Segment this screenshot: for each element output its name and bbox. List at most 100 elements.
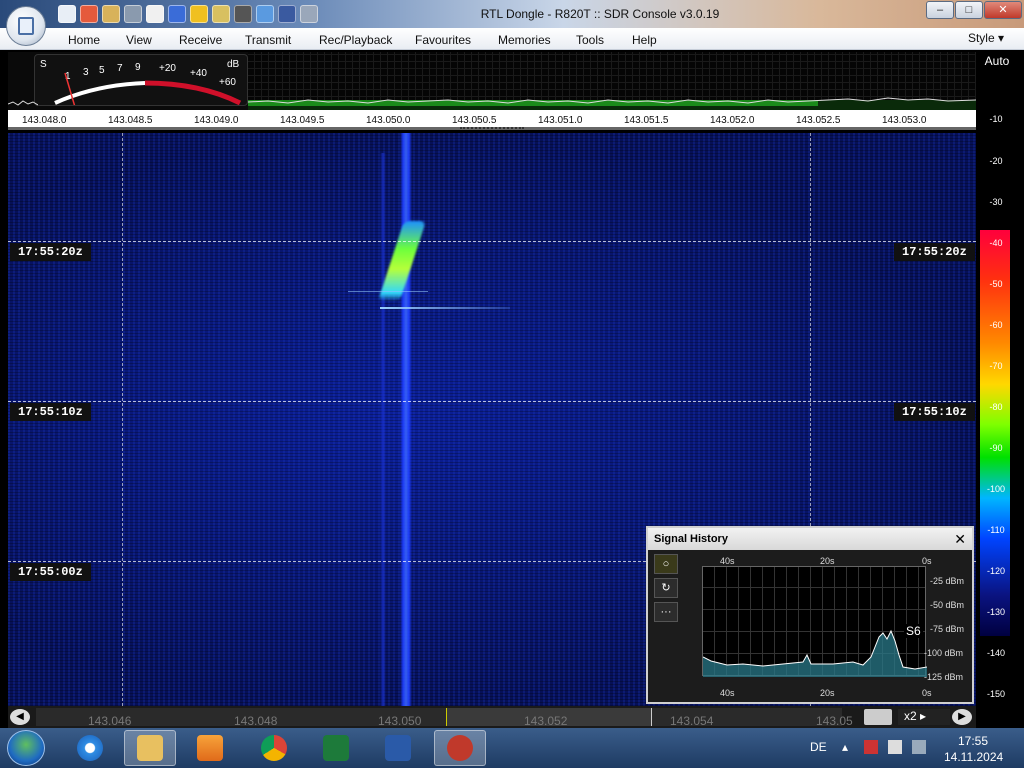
spectrum-display[interactable] (248, 52, 976, 110)
taskbar-file-explorer[interactable] (124, 730, 176, 766)
timestamp-label: 17:55:20z (10, 243, 91, 261)
db-label: -125 dBm (924, 672, 964, 682)
level-tick: -50 (989, 279, 1003, 289)
db-label: -75 dBm (930, 624, 965, 634)
frequency-axis[interactable]: 143.048.0 143.048.5 143.049.0 143.049.5 … (8, 110, 976, 130)
language-indicator[interactable]: DE (810, 740, 827, 754)
stop-icon[interactable] (146, 5, 164, 23)
spectrum-left-trace (7, 96, 39, 110)
chevron-down-icon[interactable] (300, 5, 318, 23)
freq-tick: 143.049.0 (194, 115, 239, 126)
time-label: 0s (922, 556, 932, 566)
app-icon (18, 17, 34, 35)
freq-tick: 143.053.0 (882, 115, 927, 126)
db-label: -25 dBm (930, 576, 965, 586)
time-label: 20s (820, 556, 835, 566)
db-label: -50 dBm (930, 600, 965, 610)
clock-time[interactable]: 17:55 (958, 734, 988, 748)
signal-history-window[interactable]: Signal History ✕ ○ ↻ ··· 40s 20s 0s -25 … (646, 526, 974, 704)
menu-tools[interactable]: Tools (576, 33, 604, 47)
taskbar-chrome[interactable] (248, 730, 300, 766)
signal-history-controls: ○ ↻ ··· (654, 554, 680, 650)
internet-explorer-icon (77, 735, 103, 761)
network-icon[interactable] (888, 740, 902, 754)
tray-expand-icon[interactable]: ▴ (842, 740, 848, 754)
app-orb-button[interactable] (6, 6, 46, 46)
level-tick: -100 (986, 484, 1005, 494)
menu-rec-playback[interactable]: Rec/Playback (319, 33, 392, 47)
close-button[interactable]: ✕ (984, 1, 1022, 19)
timestamp-label: 17:55:10z (894, 403, 975, 421)
zoom-selector[interactable]: x2 ▸ (898, 709, 950, 725)
overview-freq: 143.052 (524, 714, 568, 728)
reset-button[interactable]: ↻ (654, 578, 678, 598)
overview-freq: 143.046 (88, 714, 132, 728)
scroll-right-button[interactable]: ▶ (952, 709, 972, 725)
home-icon[interactable] (58, 5, 76, 23)
star-icon[interactable] (190, 5, 208, 23)
keyboard-icon[interactable] (864, 709, 892, 725)
time-gridline (8, 401, 976, 402)
record-button[interactable]: ○ (654, 554, 678, 574)
s-meter-arc (54, 72, 242, 105)
start-button[interactable] (7, 730, 45, 766)
drop-icon[interactable] (256, 5, 274, 23)
antenna-icon[interactable] (278, 5, 296, 23)
freq-gridline (122, 133, 123, 706)
maximize-button[interactable]: □ (955, 1, 983, 19)
level-tick: -130 (986, 607, 1005, 617)
style-dropdown[interactable]: Style ▾ (968, 31, 1004, 45)
menu-transmit[interactable]: Transmit (245, 33, 291, 47)
timestamp-label: 17:55:00z (10, 563, 91, 581)
freq-tick: 143.052.0 (710, 115, 755, 126)
taskbar: DE ▴ 17:55 14.11.2024 (0, 728, 1024, 768)
menu-favourites[interactable]: Favourites (415, 33, 471, 47)
display-icon[interactable] (912, 740, 926, 754)
freq-tick: 143.050.5 (452, 115, 497, 126)
menu-help[interactable]: Help (632, 33, 657, 47)
spectrum-trace (248, 97, 976, 110)
scroll-left-button[interactable]: ◀ (10, 709, 30, 725)
level-tick: -10 (989, 114, 1003, 124)
center-marker (460, 127, 524, 129)
taskbar-sdr-console[interactable] (434, 730, 486, 766)
clock-date[interactable]: 14.11.2024 (944, 750, 1003, 764)
minimize-button[interactable]: – (926, 1, 954, 19)
level-tick: -20 (989, 156, 1003, 166)
overview-bar: ◀ 143.046 143.048 143.050 143.052 143.05… (8, 706, 976, 728)
taskbar-internet-explorer[interactable] (64, 730, 116, 766)
level-tick: -60 (989, 320, 1003, 330)
add-icon[interactable] (168, 5, 186, 23)
timestamp-label: 17:55:20z (894, 243, 975, 261)
overview-freq: 143.05 (816, 714, 853, 728)
sdr-console-icon (447, 735, 473, 761)
taskbar-excel[interactable] (310, 730, 362, 766)
level-tick: -90 (989, 443, 1003, 453)
menu-view[interactable]: View (126, 33, 152, 47)
level-tick: -30 (989, 197, 1003, 207)
time-label: 0s (922, 688, 932, 698)
style-label: Style (967, 31, 995, 45)
lifebuoy-icon[interactable] (80, 5, 98, 23)
more-button[interactable]: ··· (654, 602, 678, 622)
menu-receive[interactable]: Receive (179, 33, 222, 47)
auto-scale-button[interactable]: Auto (980, 54, 1014, 72)
play-icon[interactable] (124, 5, 142, 23)
taskbar-word[interactable] (372, 730, 424, 766)
menu-memories[interactable]: Memories (498, 33, 551, 47)
level-tick: -70 (989, 361, 1003, 371)
signal-history-close-button[interactable]: ✕ (954, 531, 966, 548)
taskbar-media-player[interactable] (184, 730, 236, 766)
menu-home[interactable]: Home (68, 33, 100, 47)
freq-tick: 143.050.0 (366, 115, 411, 126)
camera-icon[interactable] (234, 5, 252, 23)
overview-scroll[interactable] (36, 708, 842, 726)
level-tick: -150 (986, 689, 1005, 699)
tray-app-icon[interactable] (864, 740, 878, 754)
freq-tick: 143.051.5 (624, 115, 669, 126)
folder-icon[interactable] (102, 5, 120, 23)
freq-tick: 143.048.0 (22, 115, 67, 126)
signal-history-title-text: Signal History (654, 533, 728, 545)
freq-tick: 143.049.5 (280, 115, 325, 126)
lock-icon[interactable] (212, 5, 230, 23)
